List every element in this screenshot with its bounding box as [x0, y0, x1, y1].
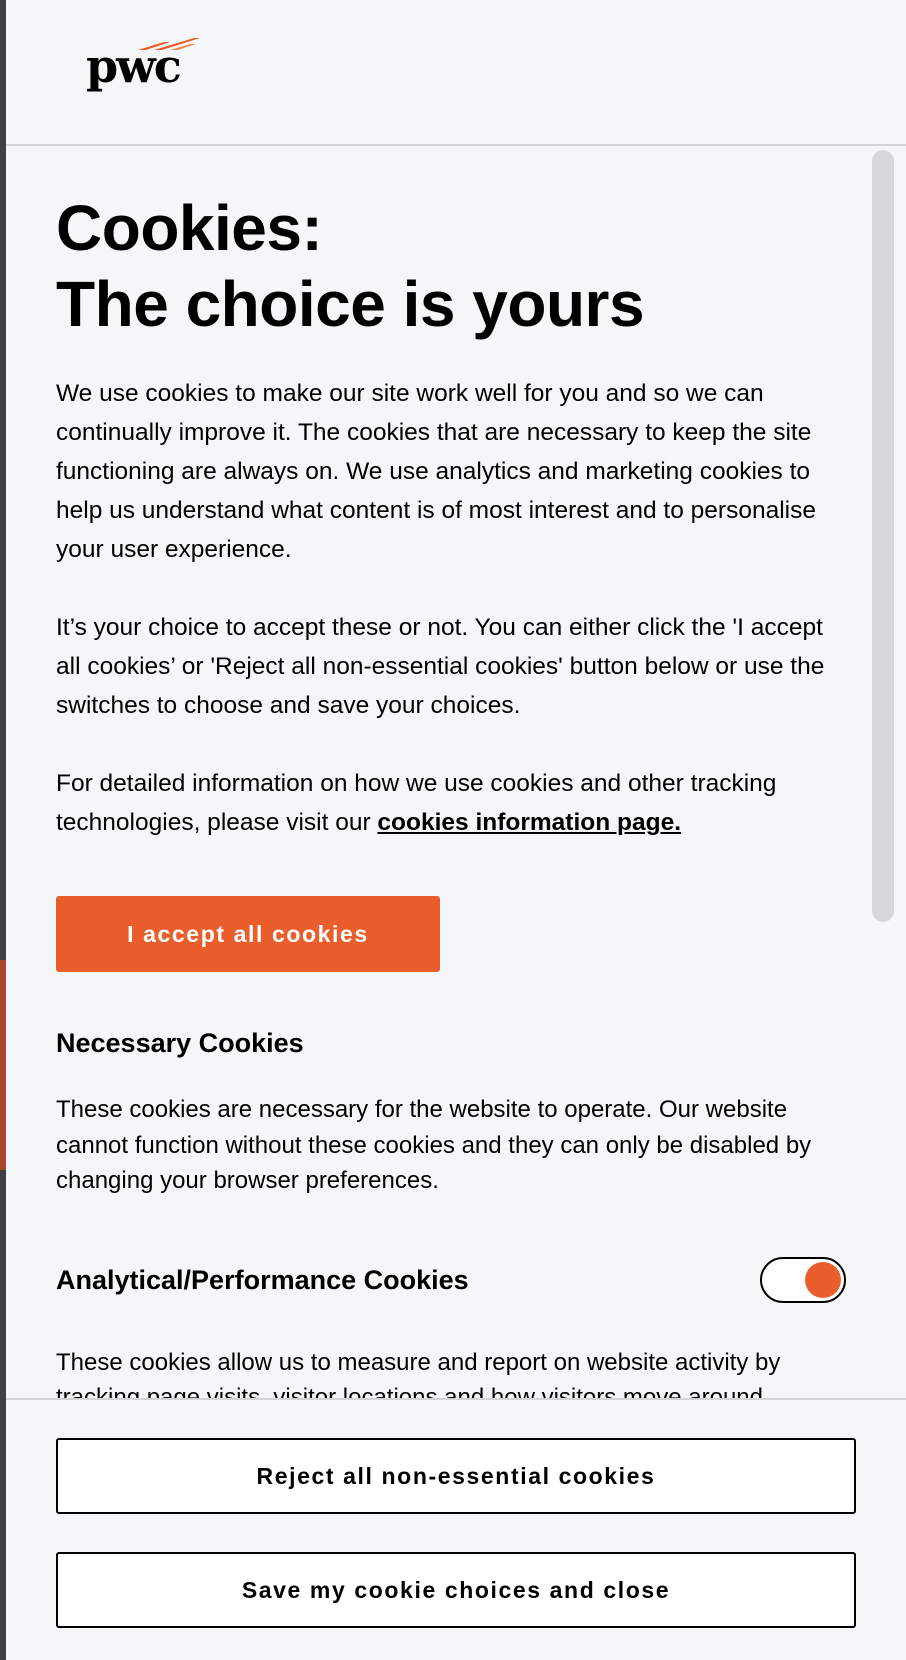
- accept-all-button[interactable]: I accept all cookies: [56, 896, 440, 972]
- scrollbar-thumb[interactable]: [872, 150, 894, 922]
- title-line-1: Cookies:: [56, 192, 323, 264]
- dialog-title: Cookies: The choice is yours: [56, 190, 846, 342]
- dialog-content: Cookies: The choice is yours We use cooki…: [56, 190, 846, 1398]
- choice-paragraph: It’s your choice to accept these or not.…: [56, 614, 825, 719]
- dialog-footer: Reject all non-essential cookies Save my…: [6, 1398, 906, 1660]
- dialog-header: pwc: [6, 0, 906, 146]
- analytical-cookies-heading: Analytical/Performance Cookies: [56, 1264, 469, 1295]
- necessary-cookies-heading: Necessary Cookies: [56, 1028, 304, 1058]
- analytical-cookies-row: Analytical/Performance Cookies: [56, 1256, 846, 1303]
- info-paragraph: For detailed information on how we use c…: [56, 764, 846, 842]
- cookie-consent-dialog: pwc Cookies: The choice is yours We use c…: [6, 0, 906, 1660]
- toggle-knob: [805, 1261, 841, 1298]
- save-choices-button[interactable]: Save my cookie choices and close: [56, 1552, 856, 1628]
- analytical-cookies-description: These cookies allow us to measure and re…: [56, 1348, 781, 1399]
- reject-non-essential-button[interactable]: Reject all non-essential cookies: [56, 1438, 856, 1514]
- intro-paragraph: We use cookies to make our site work wel…: [56, 380, 816, 563]
- analytical-cookies-toggle[interactable]: [760, 1256, 846, 1303]
- svg-text:pwc: pwc: [86, 39, 180, 93]
- cookies-info-link[interactable]: cookies information page.: [377, 809, 681, 836]
- dialog-scroll-area[interactable]: Cookies: The choice is yours We use cooki…: [6, 146, 906, 1398]
- scrollbar[interactable]: [872, 148, 894, 1394]
- pwc-logo: pwc: [86, 38, 200, 93]
- necessary-cookies-description: These cookies are necessary for the webs…: [56, 1096, 812, 1194]
- title-line-2: The choice is yours: [56, 268, 645, 340]
